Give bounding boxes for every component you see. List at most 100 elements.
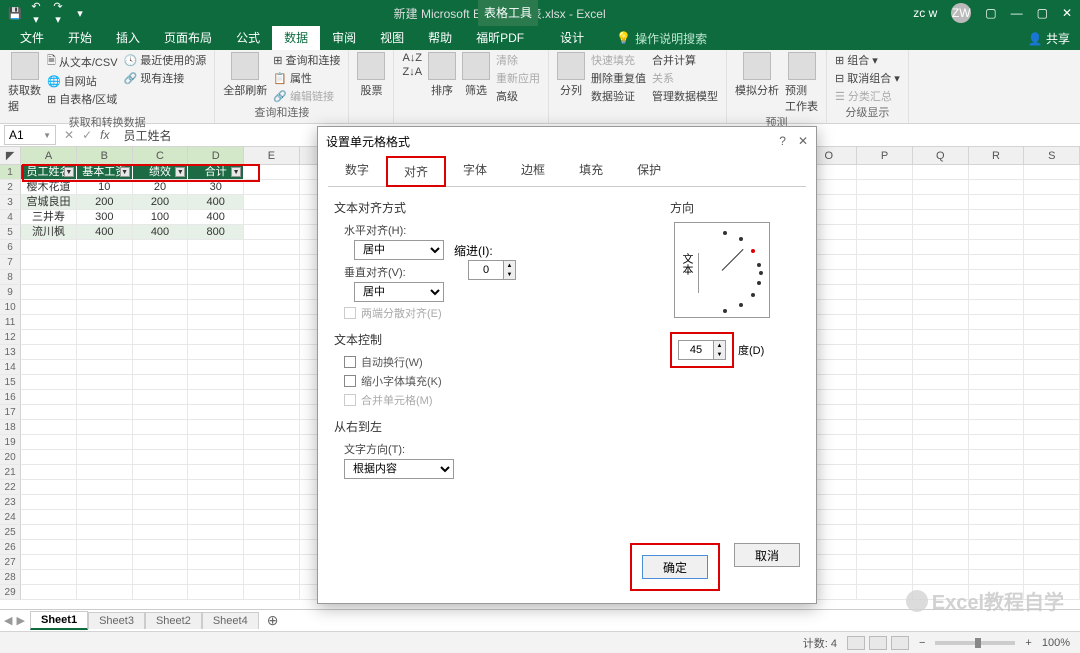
page-break-view-icon[interactable] [891, 636, 909, 650]
cell[interactable] [913, 255, 969, 270]
cell[interactable] [77, 345, 133, 360]
help-icon[interactable]: ? [779, 134, 786, 148]
cell[interactable] [133, 480, 189, 495]
cell[interactable] [913, 510, 969, 525]
cell[interactable] [133, 375, 189, 390]
cell[interactable] [969, 285, 1025, 300]
filter-button[interactable]: 筛选 [462, 52, 490, 98]
row-header[interactable]: 10 [0, 300, 21, 315]
save-icon[interactable]: 💾 [8, 7, 20, 20]
cell[interactable] [133, 270, 189, 285]
cell[interactable] [188, 510, 244, 525]
cell[interactable] [913, 360, 969, 375]
cell[interactable] [857, 270, 913, 285]
cell[interactable] [857, 375, 913, 390]
cell[interactable] [188, 495, 244, 510]
cell[interactable] [969, 435, 1025, 450]
group-button[interactable]: ⊞ 组合 ▾ [835, 52, 900, 68]
row-header[interactable]: 11 [0, 315, 21, 330]
cell[interactable] [913, 555, 969, 570]
cell[interactable] [21, 465, 77, 480]
row-header[interactable]: 7 [0, 255, 21, 270]
cell[interactable] [1024, 390, 1080, 405]
tab-foxit-pdf[interactable]: 福昕PDF [464, 26, 536, 50]
row-header[interactable]: 25 [0, 525, 21, 540]
cell[interactable] [21, 315, 77, 330]
from-text-csv[interactable]: 🗎 从文本/CSV [47, 52, 118, 71]
orientation-dial[interactable]: 文本 [674, 222, 770, 318]
cell[interactable] [1024, 555, 1080, 570]
cell[interactable] [133, 465, 189, 480]
spinner-up-icon[interactable]: ▲ [503, 261, 515, 270]
tab-data[interactable]: 数据 [272, 26, 320, 50]
tab-design[interactable]: 设计 [548, 26, 596, 50]
col-header[interactable]: B [77, 147, 133, 165]
cell[interactable] [969, 270, 1025, 285]
cell[interactable] [133, 510, 189, 525]
cell[interactable] [857, 525, 913, 540]
cell[interactable] [188, 360, 244, 375]
table-header-cell[interactable]: 基本工资▼ [77, 165, 133, 180]
cell[interactable] [188, 480, 244, 495]
cell[interactable] [244, 375, 300, 390]
consolidate[interactable]: 合并计算 [652, 52, 718, 68]
cell[interactable] [913, 375, 969, 390]
cell[interactable] [21, 570, 77, 585]
cell[interactable] [21, 420, 77, 435]
cell[interactable] [21, 360, 77, 375]
cell[interactable] [188, 570, 244, 585]
clear-filter[interactable]: 清除 [496, 52, 540, 68]
cell[interactable] [857, 345, 913, 360]
col-header[interactable]: E [244, 147, 300, 165]
close-icon[interactable]: ✕ [1062, 6, 1072, 20]
cell[interactable] [857, 315, 913, 330]
cell[interactable] [21, 285, 77, 300]
cell[interactable] [1024, 330, 1080, 345]
cell[interactable] [21, 540, 77, 555]
cell[interactable] [77, 285, 133, 300]
sheet-nav-prev-icon[interactable]: ◀ [4, 614, 12, 627]
cell[interactable] [244, 315, 300, 330]
cell[interactable] [969, 555, 1025, 570]
cell[interactable] [133, 555, 189, 570]
cell[interactable] [244, 585, 300, 600]
cell[interactable] [188, 285, 244, 300]
cell[interactable] [857, 495, 913, 510]
cell[interactable] [857, 300, 913, 315]
cell[interactable] [77, 240, 133, 255]
cell[interactable]: 流川枫 [21, 225, 77, 240]
degree-spinner[interactable]: ▲▼ [678, 340, 726, 360]
cell[interactable] [133, 255, 189, 270]
row-header[interactable]: 5 [0, 225, 21, 240]
cell[interactable] [913, 465, 969, 480]
spinner-down-icon[interactable]: ▼ [503, 270, 515, 279]
cell[interactable] [133, 405, 189, 420]
tab-page-layout[interactable]: 页面布局 [152, 26, 224, 50]
cell[interactable]: 800 [188, 225, 244, 240]
cell[interactable] [857, 585, 913, 600]
cell[interactable] [21, 300, 77, 315]
cell[interactable] [188, 330, 244, 345]
cell[interactable] [21, 330, 77, 345]
cell[interactable] [77, 390, 133, 405]
cell[interactable] [969, 375, 1025, 390]
cell[interactable] [244, 555, 300, 570]
row-header[interactable]: 29 [0, 585, 21, 600]
cell[interactable] [133, 450, 189, 465]
cell[interactable] [969, 315, 1025, 330]
cell[interactable] [244, 330, 300, 345]
normal-view-icon[interactable] [847, 636, 865, 650]
text-direction-select[interactable]: 根据内容 [344, 459, 454, 479]
cell[interactable] [244, 450, 300, 465]
cell[interactable] [244, 240, 300, 255]
col-header[interactable]: R [969, 147, 1025, 165]
cell[interactable] [913, 345, 969, 360]
spinner-down-icon[interactable]: ▼ [713, 350, 725, 359]
sort-button[interactable]: 排序 [428, 52, 456, 98]
queries-connections[interactable]: ⊞ 查询和连接 [273, 52, 340, 68]
cell[interactable] [188, 465, 244, 480]
cell[interactable] [969, 510, 1025, 525]
cell[interactable] [188, 300, 244, 315]
cell[interactable] [244, 480, 300, 495]
cell[interactable] [244, 405, 300, 420]
